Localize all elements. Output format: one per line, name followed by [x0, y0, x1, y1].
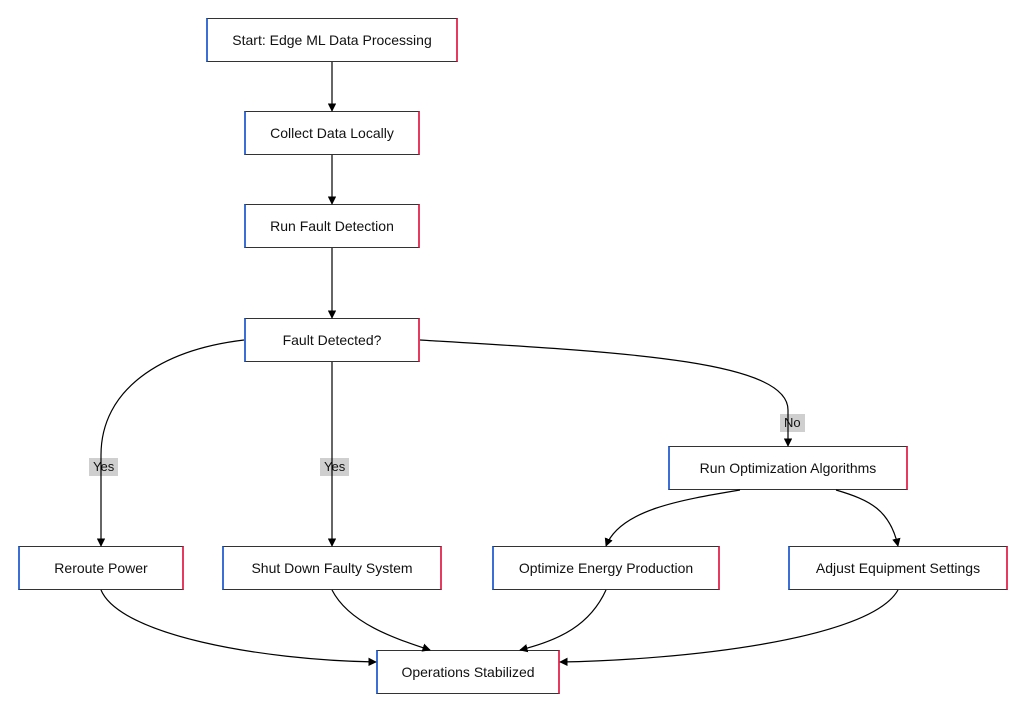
node-shutdown: Shut Down Faulty System — [222, 546, 442, 590]
node-runopt-label: Run Optimization Algorithms — [700, 460, 877, 476]
node-start: Start: Edge ML Data Processing — [206, 18, 458, 62]
node-adjust: Adjust Equipment Settings — [788, 546, 1008, 590]
node-adjust-label: Adjust Equipment Settings — [816, 560, 980, 576]
node-optimize: Optimize Energy Production — [492, 546, 720, 590]
node-start-label: Start: Edge ML Data Processing — [232, 32, 431, 48]
node-detect-label: Run Fault Detection — [270, 218, 394, 234]
edge-label-yes-left: Yes — [89, 458, 118, 476]
edge-label-yes-mid: Yes — [320, 458, 349, 476]
node-detect: Run Fault Detection — [244, 204, 420, 248]
node-runopt: Run Optimization Algorithms — [668, 446, 908, 490]
node-optimize-label: Optimize Energy Production — [519, 560, 693, 576]
node-collect: Collect Data Locally — [244, 111, 420, 155]
connectors — [0, 0, 1024, 711]
node-stable-label: Operations Stabilized — [401, 664, 534, 680]
node-shutdown-label: Shut Down Faulty System — [251, 560, 412, 576]
node-stable: Operations Stabilized — [376, 650, 560, 694]
node-decision: Fault Detected? — [244, 318, 420, 362]
edge-label-no: No — [780, 414, 805, 432]
node-reroute-label: Reroute Power — [54, 560, 147, 576]
flowchart-canvas: Start: Edge ML Data Processing Collect D… — [0, 0, 1024, 711]
node-decision-label: Fault Detected? — [283, 332, 382, 348]
node-collect-label: Collect Data Locally — [270, 125, 394, 141]
node-reroute: Reroute Power — [18, 546, 184, 590]
